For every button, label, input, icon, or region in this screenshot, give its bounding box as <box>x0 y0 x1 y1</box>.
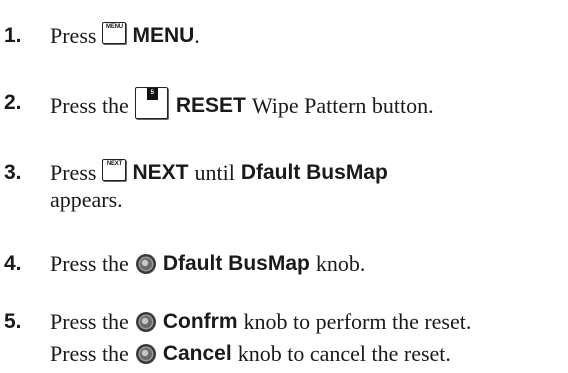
step-text: Press the Dfault BusMap knob. <box>50 251 365 277</box>
step-bold-term: MENU <box>132 24 195 47</box>
step-bold-term: Cancel <box>162 342 232 365</box>
next-key-label: NEXT <box>106 161 123 167</box>
step-bold-term: Dfault BusMap <box>162 252 310 275</box>
step-text-before: Press the <box>50 251 129 276</box>
step-text-middle: until <box>194 160 235 185</box>
next-key-icon: NEXT <box>102 159 127 181</box>
step-number: 2. <box>4 91 22 114</box>
menu-key-icon: MENU <box>102 22 127 44</box>
step-text-after: knob. <box>315 251 366 276</box>
step-bold-term-2: Dfault BusMap <box>240 161 388 184</box>
knob-icon <box>135 312 156 332</box>
step-bold-term: NEXT <box>132 161 189 184</box>
step-text-after: . <box>194 23 200 48</box>
step-text: Press the Confrm knob to perform the res… <box>50 309 471 335</box>
knob-icon <box>135 254 156 274</box>
reset-button-label: 5 <box>150 90 154 96</box>
step-number: 3. <box>4 161 22 184</box>
step-text: Press MENU MENU . <box>50 22 200 49</box>
step-second-line: Press the Cancel knob to cancel the rese… <box>50 341 451 367</box>
step-text-before: Press the <box>50 341 129 366</box>
reset-button-icon: 5 <box>134 87 168 119</box>
step-number: 4. <box>4 252 22 275</box>
knob-icon <box>135 344 156 364</box>
step-text-before: Press <box>50 23 97 48</box>
step-text-after: knob to perform the reset. <box>243 309 472 334</box>
step-text-before: Press the <box>50 93 129 118</box>
menu-key-label: MENU <box>106 24 123 30</box>
step-text-after: knob to cancel the reset. <box>237 341 451 366</box>
step-bold-term: Confrm <box>162 310 238 333</box>
step-continuation: appears. <box>50 187 123 213</box>
step-text-before: Press <box>50 160 97 185</box>
step-text: Press NEXT NEXT until Dfault BusMap <box>50 159 388 186</box>
step-text-before: Press the <box>50 309 129 334</box>
step-number: 1. <box>4 24 22 47</box>
step-text: Press the 5 RESET Wipe Pattern button. <box>50 87 434 122</box>
step-number: 5. <box>4 310 22 333</box>
step-text-after: Wipe Pattern button. <box>251 93 434 118</box>
step-bold-term: RESET <box>175 94 246 117</box>
step-continuation-text: appears. <box>50 187 123 212</box>
